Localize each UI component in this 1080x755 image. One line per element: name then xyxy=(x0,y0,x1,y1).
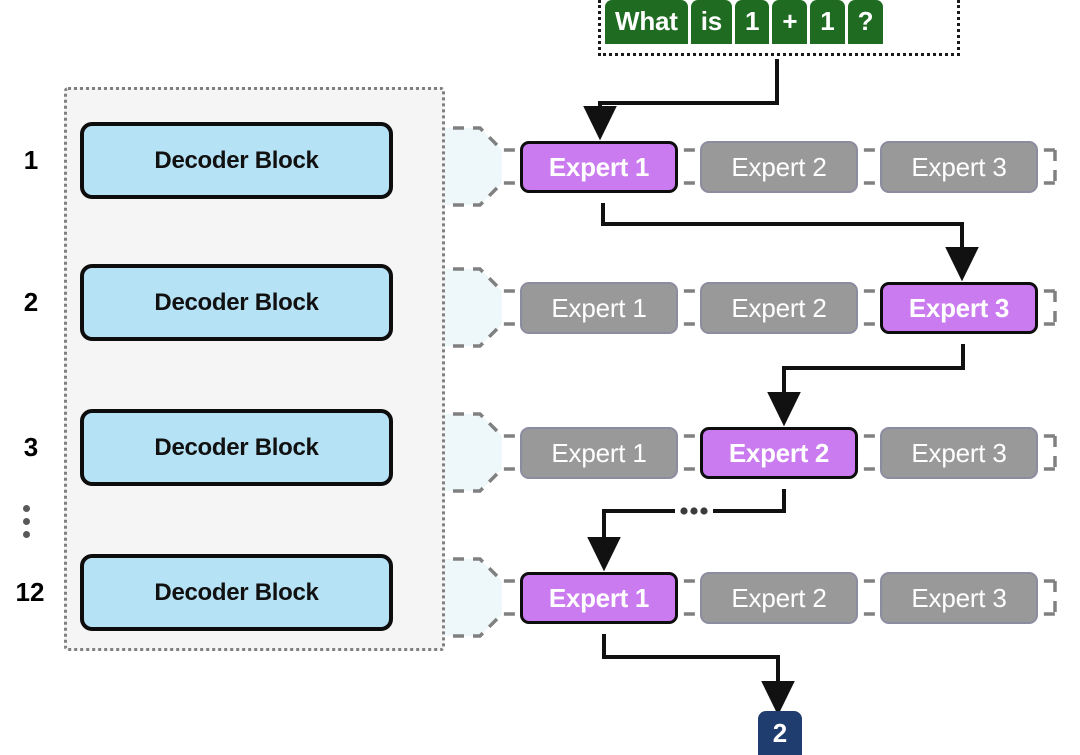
decoder-block-label: Decoder Block xyxy=(154,578,319,606)
layer-number-3: 3 xyxy=(23,432,39,462)
layer-number-2: 2 xyxy=(23,287,39,317)
expert-row-layer-3: Expert 1 Expert 2 Expert 3 xyxy=(502,414,1058,491)
prompt-token[interactable]: ? xyxy=(847,0,884,44)
prompt-token[interactable]: What xyxy=(605,0,688,44)
prompt-token[interactable]: + xyxy=(772,0,808,44)
path-ellipsis-dots xyxy=(680,507,708,515)
arrow-layer3-to-layer12 xyxy=(587,489,786,572)
expert-box-inactive[interactable]: Expert 1 xyxy=(520,282,678,334)
prompt-token-strip: What is 1 + 1 ? xyxy=(598,0,960,56)
prompt-token[interactable]: is xyxy=(690,0,733,44)
decoder-block-layer-1[interactable]: Decoder Block xyxy=(80,122,393,199)
arrow-layer2-to-layer3 xyxy=(767,344,965,427)
expert-row-layer-2: Expert 1 Expert 2 Expert 3 xyxy=(502,269,1058,346)
expert-box-active[interactable]: Expert 2 xyxy=(700,427,858,479)
arrow-layer1-to-layer2 xyxy=(601,203,979,282)
output-token-box[interactable]: 2 xyxy=(758,711,802,755)
expert-box-inactive[interactable]: Expert 3 xyxy=(880,427,1038,479)
expert-row-layer-12: Expert 1 Expert 2 Expert 3 xyxy=(502,559,1058,636)
arrow-layer12-to-output xyxy=(602,634,795,716)
diagram-canvas: What is 1 + 1 ? 1 Decoder Block 2 Decode… xyxy=(0,0,1080,755)
expert-box-inactive[interactable]: Expert 3 xyxy=(880,572,1038,624)
decoder-block-label: Decoder Block xyxy=(154,288,319,316)
decoder-block-layer-3[interactable]: Decoder Block xyxy=(80,409,393,486)
expert-box-inactive[interactable]: Expert 1 xyxy=(520,427,678,479)
prompt-token[interactable]: 1 xyxy=(810,0,845,44)
expert-box-active[interactable]: Expert 1 xyxy=(520,141,678,193)
expert-row-layer-1: Expert 1 Expert 2 Expert 3 xyxy=(502,128,1058,205)
decoder-block-label: Decoder Block xyxy=(154,433,319,461)
expert-box-active[interactable]: Expert 1 xyxy=(520,572,678,624)
decoder-block-layer-2[interactable]: Decoder Block xyxy=(80,264,393,341)
expert-box-inactive[interactable]: Expert 3 xyxy=(880,141,1038,193)
layer-ellipsis-icon xyxy=(23,505,30,538)
expert-box-inactive[interactable]: Expert 2 xyxy=(700,141,858,193)
prompt-token[interactable]: 1 xyxy=(735,0,770,44)
layer-number-12: 12 xyxy=(15,577,45,607)
arrow-prompt-to-layer1 xyxy=(583,59,779,141)
decoder-block-layer-12[interactable]: Decoder Block xyxy=(80,554,393,631)
expert-box-inactive[interactable]: Expert 2 xyxy=(700,282,858,334)
layer-number-1: 1 xyxy=(23,145,39,175)
decoder-block-label: Decoder Block xyxy=(154,146,319,174)
expert-box-active[interactable]: Expert 3 xyxy=(880,282,1038,334)
expert-box-inactive[interactable]: Expert 2 xyxy=(700,572,858,624)
